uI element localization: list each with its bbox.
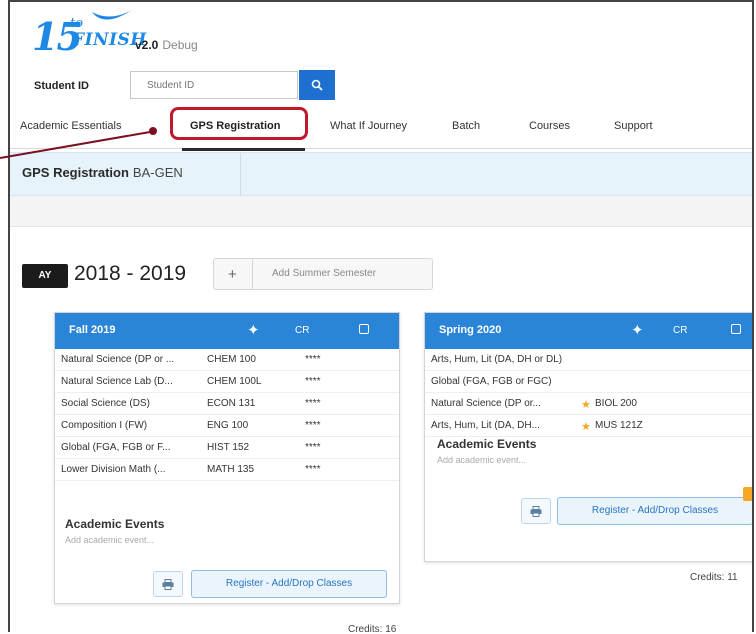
callout-arrow bbox=[0, 127, 157, 159]
requirement-label: Global (FGA, FGB or FGC) bbox=[431, 376, 552, 387]
add-course-plus-icon[interactable]: ✦ bbox=[247, 321, 260, 339]
star-icon: ★ bbox=[581, 399, 591, 411]
course-row[interactable]: Natural Science (DP or ... CHEM 100 **** bbox=[55, 349, 399, 371]
academic-year-label: 2018 - 2019 bbox=[74, 262, 187, 285]
requirement-label: Natural Science (DP or... bbox=[431, 398, 541, 409]
register-add-drop-button[interactable]: Register - Add/Drop Classes bbox=[557, 497, 752, 525]
semester-card-fall-2019: Fall 2019 ✦ CR Natural Science (DP or ..… bbox=[54, 312, 400, 604]
student-id-input[interactable] bbox=[130, 71, 298, 99]
course-row[interactable]: Global (FGA, FGB or FGC) bbox=[425, 371, 752, 393]
notification-badge bbox=[743, 487, 752, 501]
print-button[interactable] bbox=[521, 498, 551, 524]
credits-column-label: CR bbox=[673, 325, 688, 336]
title-divider bbox=[240, 153, 241, 195]
add-academic-event-input[interactable]: Add academic event... bbox=[65, 535, 154, 545]
semester-credits-total: Credits: 11 bbox=[690, 572, 738, 583]
academic-events-title: Academic Events bbox=[65, 517, 165, 531]
add-academic-event-input[interactable]: Add academic event... bbox=[437, 455, 526, 465]
course-credits: **** bbox=[305, 376, 321, 387]
course-row[interactable]: Lower Division Math (... MATH 135 **** bbox=[55, 459, 399, 481]
course-row[interactable]: Natural Science Lab (D... CHEM 100L **** bbox=[55, 371, 399, 393]
search-button[interactable] bbox=[299, 70, 335, 100]
course-code: MATH 135 bbox=[207, 464, 255, 475]
student-id-label: Student ID bbox=[34, 80, 89, 92]
note-icon[interactable] bbox=[731, 324, 741, 334]
semester-title: Fall 2019 bbox=[69, 324, 116, 336]
logo-swoosh-icon bbox=[92, 10, 132, 20]
semester-card-spring-2020: Spring 2020 ✦ CR Arts, Hum, Lit (DA, DH … bbox=[424, 312, 752, 562]
requirement-label: Arts, Hum, Lit (DA, DH... bbox=[431, 420, 540, 431]
register-add-drop-button[interactable]: Register - Add/Drop Classes bbox=[191, 570, 387, 598]
divider bbox=[252, 259, 253, 289]
requirement-label: Arts, Hum, Lit (DA, DH or DL) bbox=[431, 354, 563, 365]
app-version: v2.0 bbox=[135, 38, 159, 52]
course-credits: **** bbox=[305, 464, 321, 475]
credits-column-label: CR bbox=[295, 325, 310, 336]
add-course-plus-icon[interactable]: ✦ bbox=[631, 321, 644, 339]
course-code: ECON 131 bbox=[207, 398, 256, 409]
print-icon bbox=[162, 578, 174, 590]
course-credits: **** bbox=[305, 420, 321, 431]
sub-toolbar bbox=[10, 196, 752, 227]
academic-year-badge: AY bbox=[22, 264, 68, 288]
semester-title: Spring 2020 bbox=[439, 324, 502, 336]
requirement-label: Social Science (DS) bbox=[61, 398, 150, 409]
tab-what-if-journey[interactable]: What If Journey bbox=[330, 120, 407, 132]
academic-events-title: Academic Events bbox=[437, 437, 537, 451]
requirement-label: Natural Science (DP or ... bbox=[61, 354, 175, 365]
add-summer-semester-button[interactable]: + Add Summer Semester bbox=[213, 258, 433, 290]
add-summer-semester-label: Add Summer Semester bbox=[272, 268, 376, 279]
debug-label: Debug bbox=[162, 38, 198, 52]
course-row[interactable]: Global (FGA, FGB or F... HIST 152 **** bbox=[55, 437, 399, 459]
tab-support[interactable]: Support bbox=[614, 120, 653, 132]
course-code: CHEM 100L bbox=[207, 376, 262, 387]
course-row[interactable]: Composition I (FW) ENG 100 **** bbox=[55, 415, 399, 437]
print-button[interactable] bbox=[153, 571, 183, 597]
course-code: MUS 121Z bbox=[595, 420, 643, 431]
tab-batch[interactable]: Batch bbox=[452, 120, 480, 132]
course-code: CHEM 100 bbox=[207, 354, 256, 365]
print-icon bbox=[530, 505, 542, 517]
plus-icon: + bbox=[228, 266, 237, 283]
tab-courses[interactable]: Courses bbox=[529, 120, 570, 132]
app-window: 15 to FINISH v2.0Debug Student ID Academ… bbox=[8, 0, 754, 632]
active-tab-underline bbox=[182, 148, 305, 151]
course-code: ENG 100 bbox=[207, 420, 249, 431]
course-row[interactable]: Social Science (DS) ECON 131 **** bbox=[55, 393, 399, 415]
course-row[interactable]: Arts, Hum, Lit (DA, DH... ★ MUS 121Z bbox=[425, 415, 752, 437]
semester-credits-total: Credits: 16 bbox=[348, 624, 397, 632]
course-credits: **** bbox=[305, 354, 321, 365]
semester-header: Fall 2019 ✦ CR bbox=[55, 313, 399, 349]
requirement-label: Lower Division Math (... bbox=[61, 464, 166, 475]
course-code: BIOL 200 bbox=[595, 398, 637, 409]
requirement-label: Composition I (FW) bbox=[61, 420, 148, 431]
course-row[interactable]: Arts, Hum, Lit (DA, DH or DL) bbox=[425, 349, 752, 371]
callout-highlight bbox=[170, 107, 308, 140]
course-row[interactable]: Natural Science (DP or... ★ BIOL 200 bbox=[425, 393, 752, 415]
course-code: HIST 152 bbox=[207, 442, 250, 453]
note-icon[interactable] bbox=[359, 324, 369, 334]
requirement-label: Natural Science Lab (D... bbox=[61, 376, 173, 387]
search-icon bbox=[311, 79, 323, 91]
course-credits: **** bbox=[305, 398, 321, 409]
star-icon: ★ bbox=[581, 421, 591, 433]
semester-header: Spring 2020 ✦ CR bbox=[425, 313, 752, 349]
logo-to: to bbox=[70, 16, 84, 31]
course-credits: **** bbox=[305, 442, 321, 453]
requirement-label: Global (FGA, FGB or F... bbox=[61, 442, 171, 453]
